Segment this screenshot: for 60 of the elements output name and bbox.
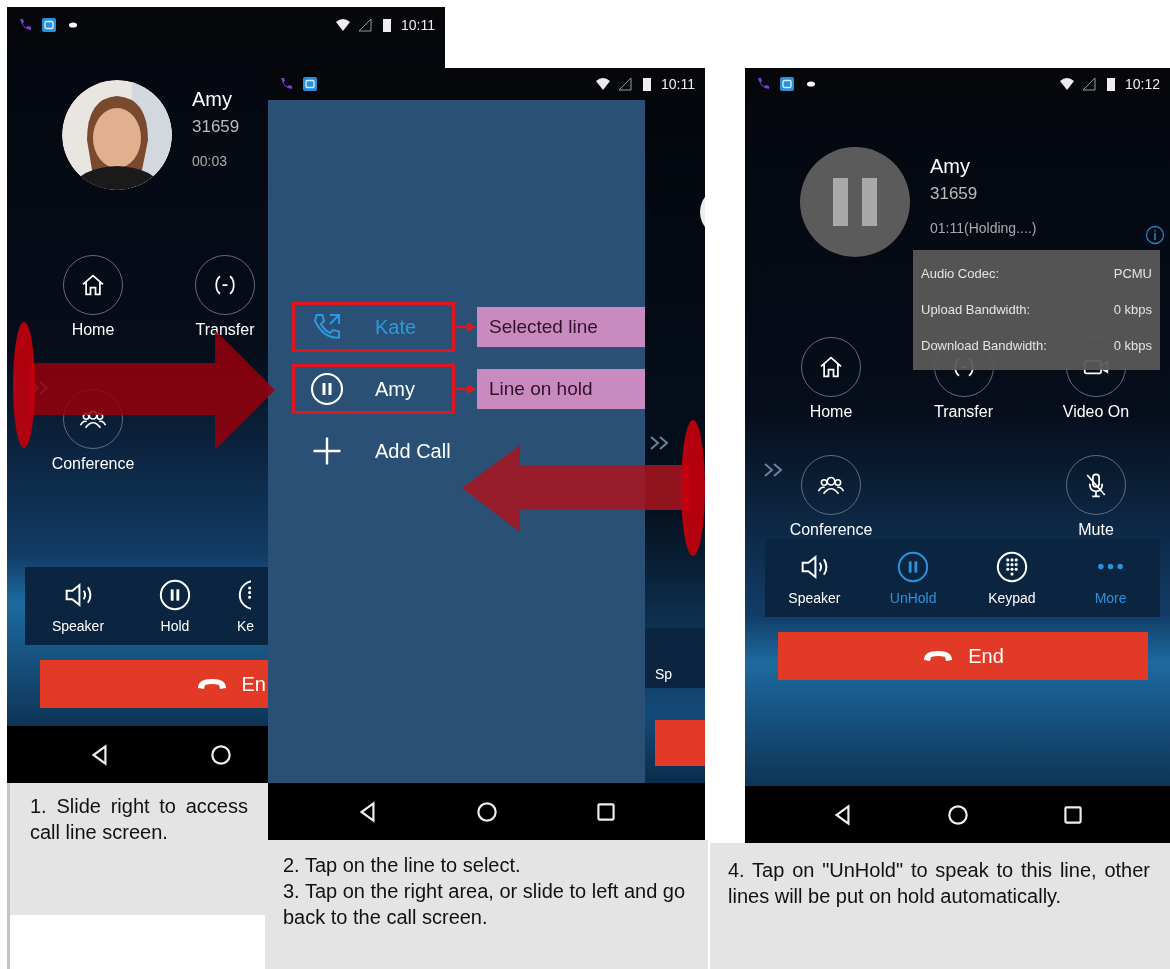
signal-icon bbox=[1080, 76, 1097, 92]
info-label: Upload Bandwidth: bbox=[921, 301, 1031, 319]
instruction-text: 1. Slide right to access call line screen. bbox=[30, 794, 248, 845]
toolbar-button[interactable]: Keypad bbox=[976, 550, 1047, 606]
toolbar-label: Sp bbox=[655, 666, 673, 682]
double-chevron-icon bbox=[649, 435, 671, 451]
hang-up-icon bbox=[922, 649, 955, 663]
callout-label: Selected line bbox=[477, 307, 648, 347]
callout-arrow bbox=[455, 383, 477, 395]
wifi-icon bbox=[335, 16, 351, 33]
phone-icon bbox=[17, 16, 33, 33]
contact-number: 31659 bbox=[192, 117, 240, 137]
toolbar-button[interactable]: Speaker bbox=[779, 550, 850, 606]
keypad-icon bbox=[994, 550, 1029, 584]
app-icon bbox=[302, 76, 318, 92]
contact-name: Amy bbox=[930, 155, 971, 178]
double-chevron-icon bbox=[763, 462, 785, 478]
toolbar-button[interactable]: UnHold bbox=[878, 550, 949, 606]
signal-icon bbox=[357, 16, 373, 33]
app-icon bbox=[779, 76, 795, 92]
phone-icon bbox=[278, 76, 294, 92]
toolbar-button[interactable]: More bbox=[1075, 550, 1146, 606]
call-line-item[interactable]: Add Call bbox=[292, 426, 455, 476]
info-value: 0 kbps bbox=[1113, 301, 1152, 319]
instruction-text: 4. Tap on "UnHold" to speak to this line, other lines will be put on hold automatically. bbox=[728, 858, 1150, 909]
action-button[interactable]: Mute bbox=[1046, 455, 1146, 539]
info-icon[interactable] bbox=[1145, 225, 1165, 245]
info-label: Download Bandwidth: bbox=[921, 337, 1047, 355]
action-button[interactable]: Home bbox=[781, 337, 881, 421]
action-button[interactable]: Conference bbox=[781, 455, 881, 539]
pause-icon bbox=[158, 578, 192, 612]
keypad-icon bbox=[237, 578, 251, 612]
call-line-item[interactable]: Amy bbox=[292, 364, 455, 414]
action-button[interactable]: Home bbox=[48, 255, 138, 339]
wifi-icon bbox=[1058, 76, 1075, 92]
instruction-text: 3. Tap on the right area, or slide to left and go back to the call screen. bbox=[283, 879, 687, 930]
status-time: 10:11 bbox=[661, 76, 695, 92]
signal-icon bbox=[617, 76, 633, 92]
toolbar-button[interactable]: Speaker bbox=[43, 578, 113, 634]
toolbar-button[interactable]: Ke bbox=[237, 578, 261, 634]
wifi-icon bbox=[595, 76, 611, 92]
phone-icon bbox=[755, 76, 771, 92]
callout-arrow bbox=[455, 321, 477, 333]
end-call-button[interactable]: End bbox=[778, 632, 1148, 680]
status-time: 10:11 bbox=[401, 16, 435, 33]
info-value: 0 kbps bbox=[1113, 337, 1152, 355]
info-value: PCMU bbox=[1113, 265, 1152, 283]
contact-name: Amy bbox=[192, 88, 233, 111]
app-icon bbox=[41, 16, 57, 33]
end-call-button[interactable]: En bbox=[40, 660, 268, 708]
status-time: 10:12 bbox=[1124, 76, 1160, 92]
instruction-text: 2. Tap on the line to select. bbox=[283, 853, 522, 878]
pause-icon bbox=[309, 371, 345, 407]
call-status: 00:03 bbox=[192, 153, 229, 169]
hang-up-icon bbox=[195, 677, 228, 691]
pause-icon bbox=[896, 550, 931, 584]
toolbar-button[interactable]: Hold bbox=[140, 578, 210, 634]
contact-number: 31659 bbox=[930, 184, 979, 204]
info-label: Audio Codec: bbox=[921, 265, 1000, 283]
call-status: 01:11(Holding....) bbox=[930, 220, 1037, 236]
